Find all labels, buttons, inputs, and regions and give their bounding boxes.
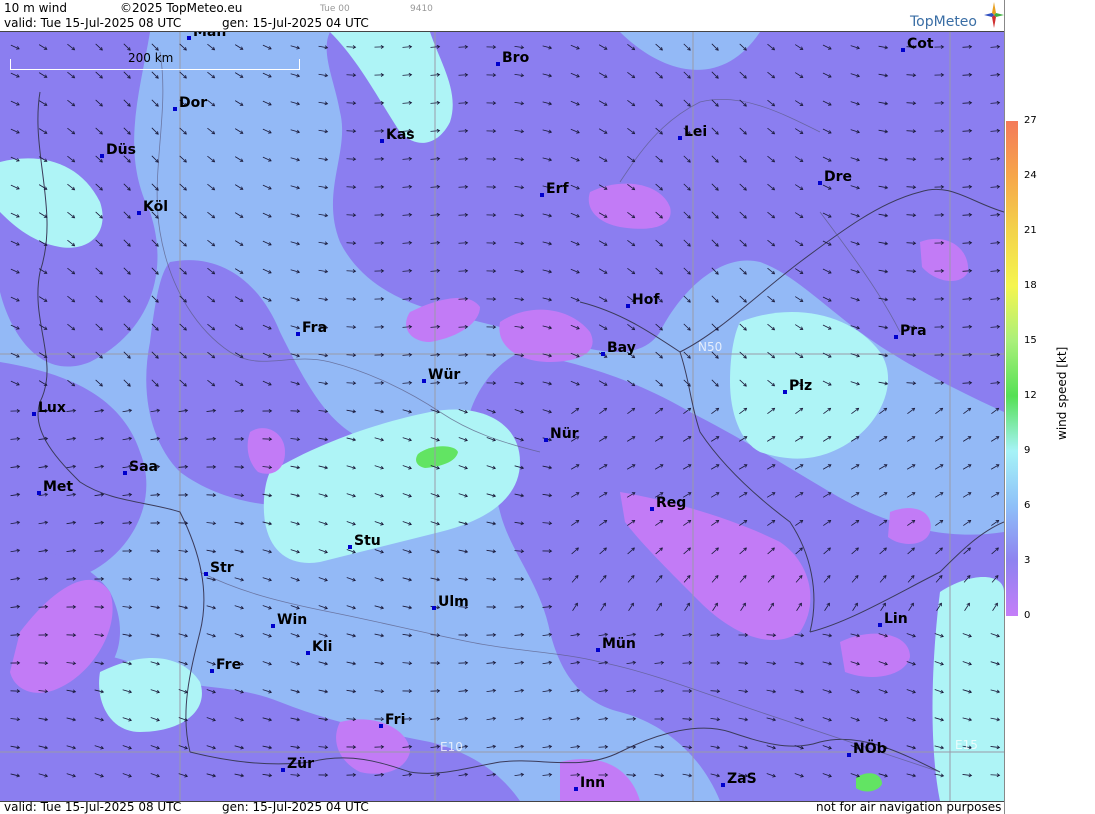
city-label: Met <box>37 479 73 495</box>
city-label: NÖb <box>847 741 887 757</box>
scale-label: 200 km <box>128 51 174 65</box>
city-label: Kli <box>306 639 332 655</box>
city-label: Saa <box>123 459 158 475</box>
wind-arrow <box>598 746 608 748</box>
city-label: Mün <box>596 636 636 652</box>
city-label: Kas <box>380 127 415 143</box>
wind-arrow <box>990 774 1000 776</box>
footer-valid: valid: Tue 15-Jul-2025 08 UTC <box>4 800 182 814</box>
footer-gen: gen: 15-Jul-2025 04 UTC <box>222 800 369 814</box>
legend-tick: 18 <box>1024 280 1037 291</box>
city-label: Lux <box>32 400 66 416</box>
city-label: Nür <box>544 426 579 442</box>
city-label: Stu <box>348 533 381 549</box>
city-label: Win <box>271 612 307 628</box>
copyright-text: ©2025 TopMeteo.eu <box>120 1 243 15</box>
city-label: Fri <box>379 712 405 728</box>
wind-field <box>0 32 1004 801</box>
grid-label-e10: E10 <box>440 740 463 754</box>
legend-tick: 21 <box>1024 225 1037 236</box>
city-label: Düs <box>100 142 136 158</box>
city-label: Fre <box>210 657 241 673</box>
city-label: Lin <box>878 611 908 627</box>
wind-arrow <box>682 662 692 664</box>
legend-tick: 0 <box>1024 610 1031 621</box>
wind-arrow <box>570 774 580 776</box>
region-cyan-se <box>932 577 1004 801</box>
legend-tick: 24 <box>1024 170 1037 181</box>
city-label: Str <box>204 560 234 576</box>
legend-tick: 3 <box>1024 555 1031 566</box>
legend-tick: 15 <box>1024 335 1037 346</box>
footer-disclaimer: not for air navigation purposes <box>816 800 1002 814</box>
legend-tick: 12 <box>1024 390 1037 401</box>
legend-tick: 6 <box>1024 500 1031 511</box>
city-label: Zür <box>281 756 314 772</box>
run-code: 9410 <box>410 4 433 14</box>
city-label: Cot <box>901 36 934 52</box>
valid-time: valid: Tue 15-Jul-2025 08 UTC <box>4 16 182 30</box>
city-label: Reg <box>650 495 686 511</box>
city-label: Wür <box>422 367 460 383</box>
city-label: Dor <box>173 95 207 111</box>
city-label: Köl <box>137 199 168 215</box>
scale-bar: 200 km <box>10 51 300 70</box>
city-label: Ulm <box>432 594 469 610</box>
legend-title: wind speed [kt] <box>1055 346 1069 440</box>
city-label: Dre <box>818 169 852 185</box>
city-label: Hof <box>626 292 659 308</box>
legend-tick: 9 <box>1024 445 1031 456</box>
city-label: Man <box>187 32 226 40</box>
wind-arrow <box>626 718 636 720</box>
city-label: ZaS <box>721 771 757 787</box>
color-legend <box>1006 121 1018 616</box>
chart-title: 10 m wind <box>4 1 67 15</box>
city-label: Bro <box>496 50 529 66</box>
footer: valid: Tue 15-Jul-2025 08 UTC gen: 15-Ju… <box>0 800 1004 814</box>
generated-time: gen: 15-Jul-2025 04 UTC <box>222 16 369 30</box>
city-label: Fra <box>296 320 327 336</box>
wind-arrow <box>710 634 720 636</box>
grid-label-e15: E15 <box>955 738 978 752</box>
city-label: Plz <box>783 378 812 394</box>
city-label: Inn <box>574 775 605 791</box>
region-violet-10 <box>888 508 931 544</box>
city-label: Lei <box>678 124 707 140</box>
logo-text: TopMeteo <box>910 14 977 30</box>
compass-icon <box>984 2 1004 28</box>
city-label: Bay <box>601 340 636 356</box>
wind-map: 200 km N50 E10 E15 Man Bro Cot Dor Kas L… <box>0 31 1004 802</box>
grid-label-n50: N50 <box>698 340 723 354</box>
legend-tick: 27 <box>1024 115 1037 126</box>
city-label: Erf <box>540 181 569 197</box>
city-label: Pra <box>894 323 927 339</box>
run-label: Tue 00 <box>320 4 350 14</box>
topmeteo-logo: TopMeteo <box>910 2 1004 32</box>
wind-arrow <box>654 690 664 692</box>
